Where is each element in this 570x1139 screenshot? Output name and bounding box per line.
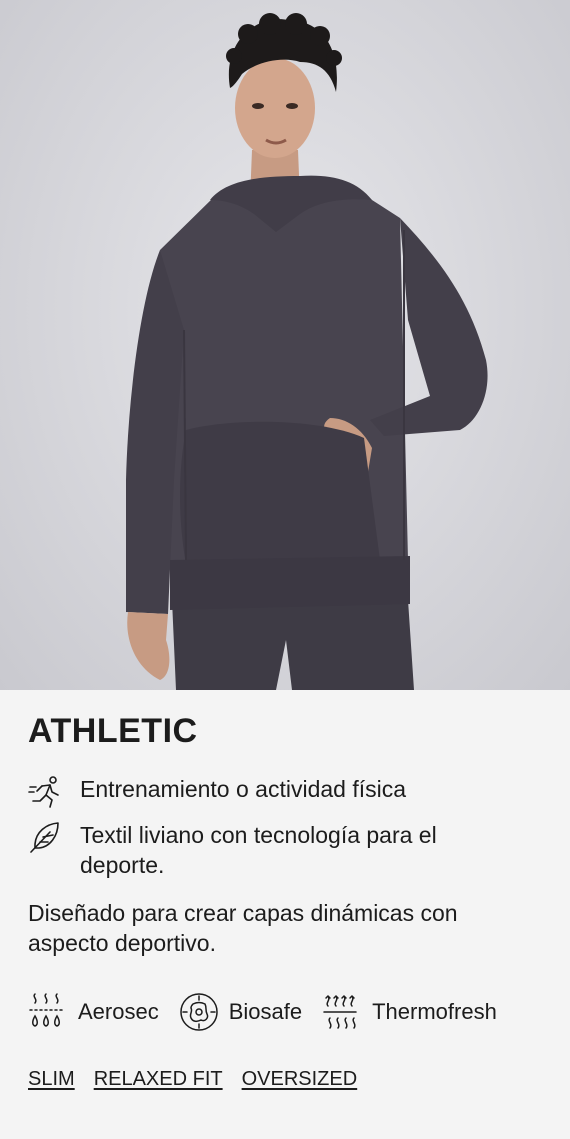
technology-label: Biosafe xyxy=(228,999,303,1024)
category-title: ATHLETIC xyxy=(28,712,198,750)
fit-link-oversized[interactable]: OVERSIZED xyxy=(242,1068,358,1091)
fit-link-slim[interactable]: SLIM xyxy=(28,1068,75,1091)
technology-item-thermofresh: Thermofresh xyxy=(322,992,497,1032)
technology-label: Thermofresh xyxy=(372,999,497,1024)
product-info-panel: ATHLETIC Entrenamiento o actividad físic… xyxy=(0,690,570,1139)
technology-list: Aerosec Biosafe Thermofresh xyxy=(28,992,517,1032)
technology-item-biosafe: Biosafe xyxy=(179,992,302,1032)
running-person-icon xyxy=(28,774,62,808)
evaporation-drops-icon xyxy=(28,992,64,1032)
feature-text: Entrenamiento o actividad física xyxy=(80,776,407,802)
technology-item-aerosec: Aerosec xyxy=(28,992,159,1032)
model-wearing-hoodie-illustration xyxy=(126,13,488,690)
feature-item-lightweight: Textil liviano con tecnología para el de… xyxy=(28,820,440,880)
fit-options: SLIM RELAXED FIT OVERSIZED xyxy=(28,1068,376,1091)
technology-label: Aerosec xyxy=(78,999,159,1024)
antibacterial-icon xyxy=(179,992,218,1032)
fit-link-relaxed-fit[interactable]: RELAXED FIT xyxy=(94,1068,223,1091)
heat-waves-icon xyxy=(322,992,358,1032)
feature-text: Textil liviano con tecnología para el de… xyxy=(80,822,437,878)
feather-icon xyxy=(28,820,62,854)
feature-item-training: Entrenamiento o actividad física xyxy=(28,774,406,808)
product-image xyxy=(0,0,570,690)
product-description: Diseñado para crear capas dinámicas con … xyxy=(28,900,458,956)
